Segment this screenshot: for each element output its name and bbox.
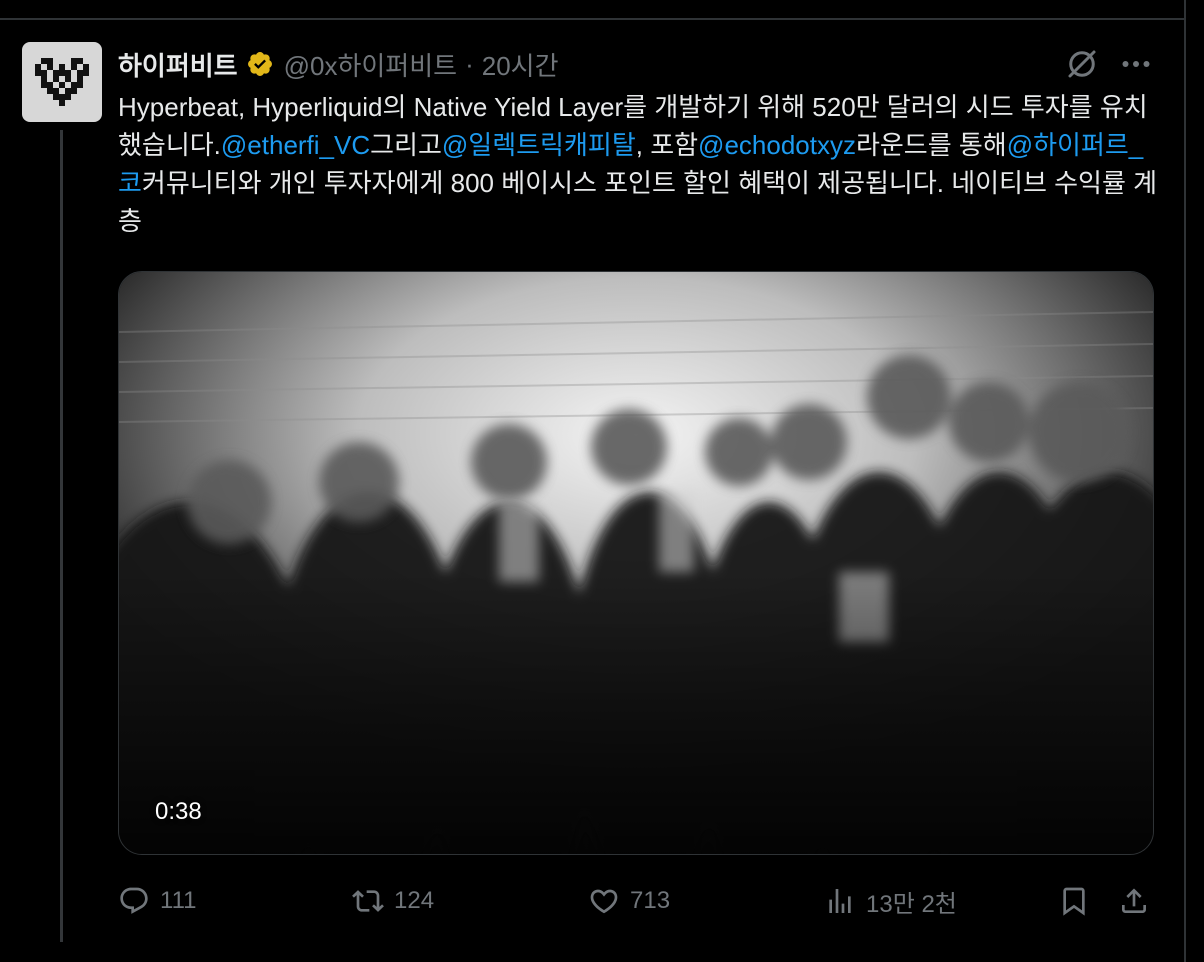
like-count: 713 <box>630 887 671 914</box>
views-icon <box>829 889 851 913</box>
bookmark-icon <box>1063 887 1085 916</box>
mention-link[interactable]: @etherfi_VC <box>221 130 370 160</box>
author-name[interactable]: 하이퍼비트 <box>118 46 238 83</box>
text-segment: , 포함 <box>635 130 699 160</box>
thread-line <box>60 130 63 942</box>
grok-icon[interactable] <box>1064 46 1100 82</box>
text-segment: 라운드를 통해 <box>855 130 1007 160</box>
mention-link[interactable]: @일렉트릭캐피탈 <box>442 130 636 160</box>
tweet-text: Hyperbeat, Hyperliquid의 Native Yield Lay… <box>118 88 1158 240</box>
text-segment: 그리고 <box>370 130 442 160</box>
timestamp[interactable]: 20시간 <box>482 46 559 83</box>
views-count: 13만 2천 <box>866 890 957 918</box>
retweet-count: 124 <box>394 887 435 914</box>
separator-dot: · <box>465 48 474 79</box>
video-thumbnail <box>119 272 1153 854</box>
heart-icon <box>590 889 618 914</box>
share-icon <box>1122 888 1146 913</box>
top-divider <box>0 0 1184 20</box>
retweet-icon <box>352 890 384 912</box>
column-border <box>1184 0 1186 962</box>
share-button[interactable] <box>1118 878 1150 924</box>
action-bar: 111 124 713 13만 2천 <box>118 878 1158 924</box>
video-player[interactable]: 0:38 <box>118 271 1154 855</box>
text-segment: 커뮤니티와 개인 투자자에게 800 베이시스 포인트 할인 혜택이 제공됩니다… <box>118 168 1158 236</box>
avatar[interactable] <box>22 42 102 122</box>
reply-icon <box>120 887 148 914</box>
mention-link[interactable]: @echodotxyz <box>698 130 856 160</box>
reply-count: 111 <box>160 887 197 914</box>
more-icon[interactable] <box>1118 46 1154 82</box>
verified-badge-icon[interactable] <box>246 50 274 78</box>
like-button[interactable]: 713 <box>588 878 670 924</box>
views-button[interactable]: 13만 2천 <box>824 878 957 924</box>
hyperbeat-logo-icon <box>35 58 89 106</box>
bookmark-button[interactable] <box>1058 878 1090 924</box>
reply-button[interactable]: 111 <box>118 878 196 924</box>
tweet-header: 하이퍼비트 @0x하이퍼비트 · 20시간 <box>118 44 559 84</box>
author-handle[interactable]: @0x하이퍼비트 <box>284 46 457 83</box>
retweet-button[interactable]: 124 <box>352 878 434 924</box>
video-duration: 0:38 <box>155 798 202 825</box>
